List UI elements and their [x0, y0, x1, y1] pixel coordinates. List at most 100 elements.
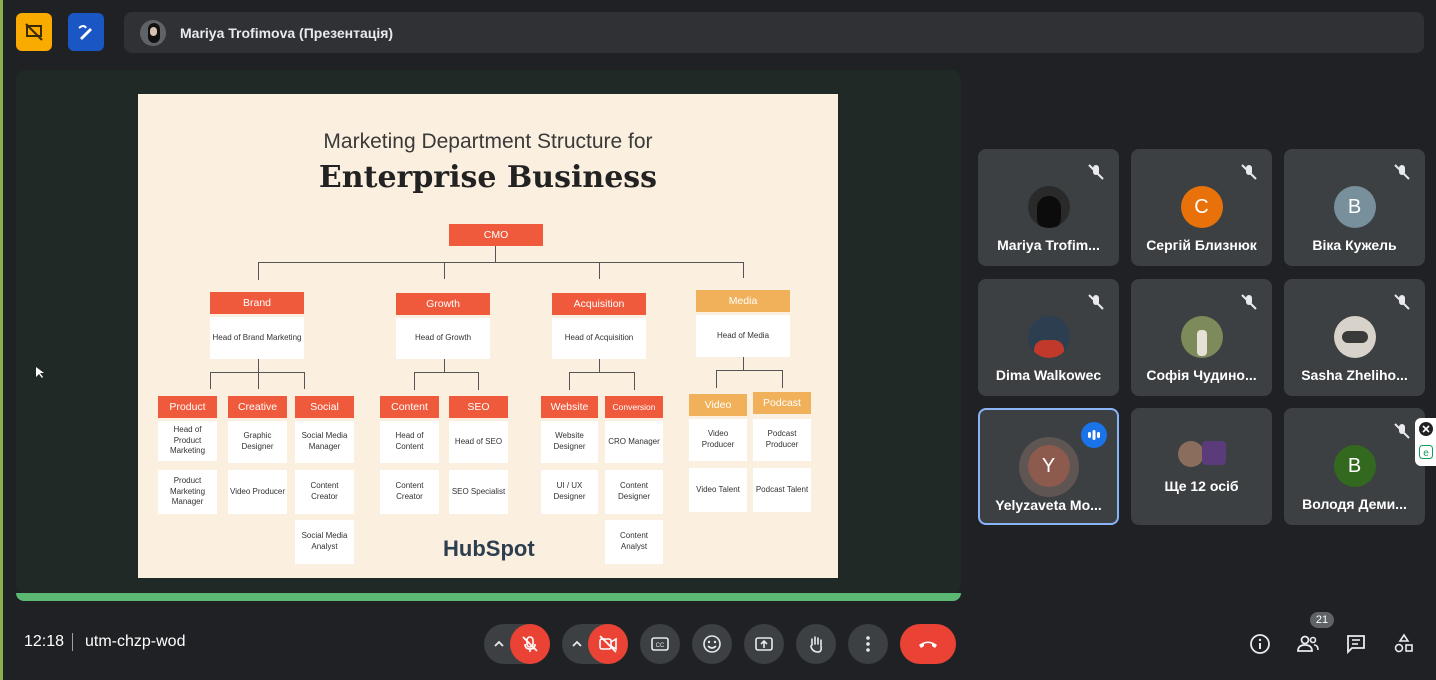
close-icon[interactable]	[1419, 422, 1433, 436]
participant-avatar	[1027, 316, 1070, 358]
role-box: Content Creator	[380, 470, 439, 514]
role-box: Video Producer	[689, 419, 747, 461]
hand-icon	[810, 636, 822, 653]
participant-avatar: В	[1333, 445, 1376, 487]
mic-off-icon	[1241, 164, 1257, 180]
department-head-box: Head of Brand Marketing	[210, 317, 304, 359]
mic-toggle-button[interactable]	[510, 624, 550, 664]
slide: Marketing Department Structure for Enter…	[138, 94, 838, 578]
hubspot-logo: HubSpot	[443, 536, 535, 561]
team-box: Podcast	[753, 392, 811, 414]
participant-tile[interactable]: В Володя Деми...	[1284, 408, 1425, 525]
divider	[72, 633, 73, 651]
presentation-progress	[16, 593, 961, 601]
role-box: CRO Manager	[605, 421, 663, 463]
camera-toggle-button[interactable]	[588, 624, 628, 664]
participant-tile[interactable]: В Віка Кужель	[1284, 149, 1425, 266]
captions-icon: CC	[651, 637, 669, 651]
leave-call-button[interactable]	[900, 624, 956, 664]
camera-options-chevron-up-icon[interactable]	[570, 637, 584, 651]
participant-name: Dima Walkowec	[995, 367, 1102, 383]
more-options-button[interactable]	[848, 624, 888, 664]
annotate-button[interactable]	[68, 13, 104, 51]
extension-widget[interactable]: e	[1415, 418, 1436, 466]
role-box: Head of SEO	[449, 421, 508, 463]
activities-button[interactable]	[1390, 630, 1418, 658]
team-box: Conversion	[605, 396, 663, 418]
department-box: Acquisition	[552, 293, 646, 315]
participant-avatar: Y	[1027, 445, 1070, 487]
meeting-info-button[interactable]	[1246, 630, 1274, 658]
speaking-indicator-icon	[1081, 422, 1107, 448]
role-box: Social Media Analyst	[295, 520, 354, 564]
role-box: Content Designer	[605, 470, 663, 514]
call-end-icon	[919, 641, 937, 648]
chat-button[interactable]	[1342, 630, 1370, 658]
participant-tile-active-speaker[interactable]: Y Yelyzaveta Mo...	[978, 408, 1119, 525]
participant-name: Sasha Zheliho...	[1301, 367, 1408, 383]
team-box: Content	[380, 396, 439, 418]
role-box: Content Creator	[295, 470, 354, 514]
participant-tile[interactable]: Sasha Zheliho...	[1284, 279, 1425, 396]
team-box: Product	[158, 396, 217, 418]
role-box: Video Talent	[689, 468, 747, 512]
emoji-icon	[703, 635, 721, 653]
slide-title: Marketing Department Structure for	[323, 130, 653, 153]
participant-name: Володя Деми...	[1302, 496, 1407, 512]
mic-options-chevron-up-icon[interactable]	[492, 637, 506, 651]
reactions-button[interactable]	[692, 624, 732, 664]
department-head-box: Head of Media	[696, 315, 790, 357]
mic-off-icon	[1088, 294, 1104, 310]
more-vert-icon	[866, 636, 870, 652]
role-box: Podcast Producer	[753, 419, 811, 461]
role-box: Content Analyst	[605, 520, 663, 564]
camera-off-icon	[599, 635, 617, 653]
participant-tile[interactable]: Софія Чудино...	[1131, 279, 1272, 396]
role-box: Head of Content	[380, 421, 439, 463]
role-box: Podcast Talent	[753, 468, 811, 512]
meeting-code: utm-chzp-wod	[85, 633, 186, 650]
role-box: Graphic Designer	[228, 421, 287, 463]
captions-button[interactable]: CC	[640, 624, 680, 664]
participant-avatar: С	[1180, 186, 1223, 228]
participant-name: Mariya Trofim...	[997, 237, 1100, 253]
presenter-bar: Mariya Trofimova (Презентація)	[124, 12, 1424, 53]
team-box: SEO	[449, 396, 508, 418]
participant-tile[interactable]: Dima Walkowec	[978, 279, 1119, 396]
mic-off-icon	[1088, 164, 1104, 180]
mic-off-icon	[522, 636, 538, 652]
present-icon	[755, 637, 773, 651]
slide-subtitle: Enterprise Business	[318, 160, 658, 195]
activities-icon	[1394, 633, 1413, 653]
chat-icon	[1347, 635, 1365, 655]
mic-off-icon	[1394, 423, 1410, 439]
people-icon	[1297, 635, 1319, 652]
participant-name: Сергій Близнюк	[1146, 237, 1257, 253]
hide-presentation-button[interactable]	[16, 13, 52, 51]
participant-avatar	[1027, 186, 1070, 228]
role-box: Video Producer	[228, 470, 287, 514]
svg-text:CC: CC	[656, 643, 665, 649]
extension-logo-icon: e	[1419, 445, 1433, 459]
presenter-name: Mariya Trofimova (Презентація)	[180, 24, 394, 41]
svg-text:e: e	[1423, 448, 1429, 459]
participant-avatar	[1333, 316, 1376, 358]
pen-icon	[78, 25, 92, 40]
team-box: Creative	[228, 396, 287, 418]
presentation-off-icon	[25, 23, 43, 41]
present-screen-button[interactable]	[744, 624, 784, 664]
team-box: Website	[541, 396, 598, 418]
participant-name: Софія Чудино...	[1146, 367, 1257, 383]
role-box: UI / UX Designer	[541, 470, 598, 514]
team-box: Video	[689, 394, 747, 416]
department-box: Growth	[396, 293, 490, 315]
role-box: Head of Product Marketing	[158, 421, 217, 461]
more-participants-tile[interactable]: Ще 12 осіб	[1131, 408, 1272, 525]
raise-hand-button[interactable]	[796, 624, 836, 664]
people-button[interactable]	[1294, 630, 1322, 658]
participant-tile[interactable]: С Сергій Близнюк	[1131, 149, 1272, 266]
presenter-avatar	[140, 19, 166, 46]
participant-tile[interactable]: Mariya Trofim...	[978, 149, 1119, 266]
role-box: Product Marketing Manager	[158, 470, 217, 514]
cursor-icon	[36, 367, 44, 378]
